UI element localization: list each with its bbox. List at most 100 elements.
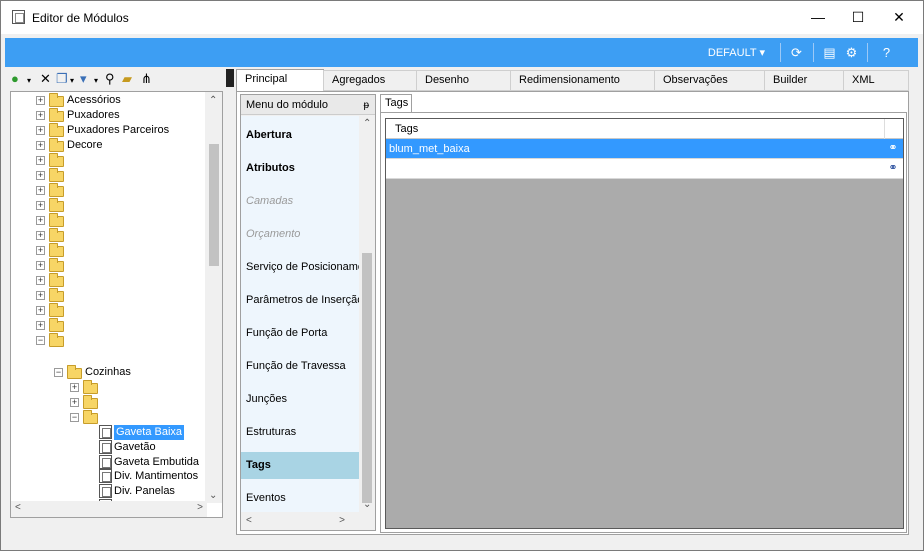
tree-folder-item[interactable]: + — [11, 303, 207, 318]
menu-item[interactable]: Abertura — [241, 122, 359, 149]
scroll-thumb[interactable] — [362, 253, 372, 503]
tree-folder-item[interactable]: + — [11, 288, 207, 303]
tree-module-item[interactable]: Gavetão — [11, 439, 207, 455]
help-icon[interactable]: ? — [878, 44, 895, 61]
delete-icon[interactable]: ✕ — [40, 72, 51, 86]
tree-folder-item[interactable]: − — [11, 333, 207, 348]
tree-folder-item[interactable]: + — [11, 380, 207, 395]
expand-icon[interactable]: + — [36, 261, 45, 270]
module-tree[interactable]: +DormitóriosBOXSIDE SimplesDiv. PanelasD… — [10, 91, 223, 518]
tab-desenho[interactable]: Desenho — [416, 70, 511, 91]
tree-folder-item[interactable]: + Puxadores — [11, 108, 207, 123]
expand-icon[interactable]: + — [36, 291, 45, 300]
maximize-button[interactable]: ☐ — [837, 1, 879, 34]
pin-icon[interactable]: ᵽ — [363, 96, 369, 116]
scroll-down-icon[interactable]: ⌄ — [209, 490, 217, 501]
tree-folder-item[interactable]: + Decore — [11, 138, 207, 153]
tree-module-item[interactable]: Div. Panelas — [11, 484, 207, 499]
tab-builder[interactable]: Builder — [764, 70, 844, 91]
menu-horizontal-scrollbar[interactable]: < > — [241, 513, 359, 530]
menu-item[interactable]: Função de Porta — [241, 320, 359, 347]
tags-grid[interactable]: Tags blum_met_baixa ⚭ ⚭ — [385, 118, 904, 529]
tree-folder-item[interactable]: + — [11, 395, 207, 410]
scroll-right-icon[interactable]: > — [339, 515, 345, 526]
tree-folder-item[interactable]: + — [11, 258, 207, 273]
collapse-panel-icon[interactable] — [226, 69, 234, 87]
scroll-down-icon[interactable]: ⌄ — [363, 499, 371, 510]
menu-item[interactable]: Junções — [241, 386, 359, 413]
expand-icon[interactable]: + — [36, 216, 45, 225]
tab-tags[interactable]: Tags — [380, 94, 412, 113]
menu-vertical-scrollbar[interactable]: ⌃ ⌄ — [359, 116, 375, 512]
tree-horizontal-scrollbar[interactable]: < > — [11, 501, 207, 517]
expand-icon[interactable]: + — [70, 383, 79, 392]
menu-item[interactable]: Atributos — [241, 155, 359, 182]
tab-observacoes[interactable]: Observações — [654, 70, 765, 91]
dropdown-arrow-icon[interactable]: ▾ — [94, 74, 98, 88]
minimize-button[interactable]: — — [797, 1, 839, 34]
expand-icon[interactable]: + — [36, 186, 45, 195]
scroll-thumb[interactable] — [209, 144, 219, 266]
collapse-icon[interactable]: − — [70, 413, 79, 422]
menu-item[interactable]: Serviço de Posicionamento — [241, 254, 359, 281]
settings-icon[interactable]: ⚙ — [843, 44, 860, 61]
panel-splitter[interactable] — [226, 69, 234, 535]
module-icon[interactable]: ▤ — [821, 44, 838, 61]
tree-folder-item[interactable]: + — [11, 183, 207, 198]
tree-folder-item[interactable]: − — [11, 410, 207, 425]
menu-item[interactable]: Parâmetros de Inserção — [241, 287, 359, 314]
expand-icon[interactable]: + — [36, 171, 45, 180]
scroll-up-icon[interactable]: ⌃ — [363, 118, 371, 129]
menu-item[interactable]: Tags — [241, 452, 359, 479]
tree-vertical-scrollbar[interactable]: ⌃ ⌄ — [205, 92, 222, 503]
tree-folder-item[interactable]: + — [11, 318, 207, 333]
menu-item[interactable]: Eventos — [241, 485, 359, 512]
collapse-icon[interactable]: − — [54, 368, 63, 377]
tree-module-item[interactable]: Gaveta Baixa — [11, 425, 207, 440]
tree-folder-item[interactable]: + — [11, 213, 207, 228]
tree-module-item[interactable]: Div. Mantimentos — [11, 469, 207, 484]
dropdown-arrow-icon[interactable]: ▾ — [27, 74, 31, 88]
expand-icon[interactable]: + — [36, 201, 45, 210]
profile-dropdown[interactable]: DEFAULT ▾ — [708, 46, 765, 59]
dropdown-arrow-icon[interactable]: ▾ — [70, 74, 74, 88]
tree-folder-item[interactable]: + Acessórios — [11, 93, 207, 108]
expand-icon[interactable]: + — [36, 231, 45, 240]
tab-redimensionamento[interactable]: Redimensionamento — [510, 70, 655, 91]
expand-icon[interactable]: + — [36, 276, 45, 285]
find-icon[interactable]: ⚲ — [105, 72, 115, 86]
collapse-icon[interactable]: − — [36, 336, 45, 345]
scroll-up-icon[interactable]: ⌃ — [209, 95, 217, 106]
tree-folder-item[interactable]: + — [11, 198, 207, 213]
tree-icon[interactable]: ⋔ — [141, 72, 152, 86]
expand-icon[interactable]: + — [36, 141, 45, 150]
expand-icon[interactable]: + — [36, 96, 45, 105]
tree-folder-item[interactable]: + Puxadores Parceiros — [11, 123, 207, 138]
close-button[interactable]: ✕ — [878, 1, 920, 34]
tree-folder-item[interactable]: + — [11, 228, 207, 243]
expand-icon[interactable]: + — [36, 111, 45, 120]
expand-icon[interactable]: + — [36, 126, 45, 135]
add-icon[interactable]: ● — [11, 72, 19, 86]
scroll-left-icon[interactable]: < — [15, 502, 21, 513]
expand-icon[interactable]: + — [70, 398, 79, 407]
tab-agregados[interactable]: Agregados — [323, 70, 417, 91]
scroll-right-icon[interactable]: > — [197, 502, 203, 513]
tree-module-item[interactable]: Gaveta Embutida — [11, 454, 207, 470]
tag-cell[interactable]: blum_met_baixa — [389, 143, 470, 155]
expand-icon[interactable]: + — [36, 246, 45, 255]
tree-folder-item[interactable]: + — [11, 153, 207, 168]
tree-folder-item[interactable]: + — [11, 168, 207, 183]
expand-icon[interactable]: + — [36, 321, 45, 330]
expand-icon[interactable]: + — [36, 156, 45, 165]
tree-folder-item[interactable]: + — [11, 243, 207, 258]
folder-sync-icon[interactable]: ▰ — [122, 72, 132, 86]
table-row[interactable]: blum_met_baixa ⚭ — [386, 139, 903, 159]
tab-xml[interactable]: XML — [843, 70, 909, 91]
expand-icon[interactable]: + — [36, 306, 45, 315]
column-header-tags[interactable]: Tags — [395, 123, 418, 135]
binoculars-icon[interactable]: ⚭ — [885, 162, 901, 175]
binoculars-icon[interactable]: ⚭ — [885, 142, 901, 155]
table-row[interactable]: ⚭ — [386, 159, 903, 179]
copy-icon[interactable]: ❐ — [56, 72, 68, 86]
